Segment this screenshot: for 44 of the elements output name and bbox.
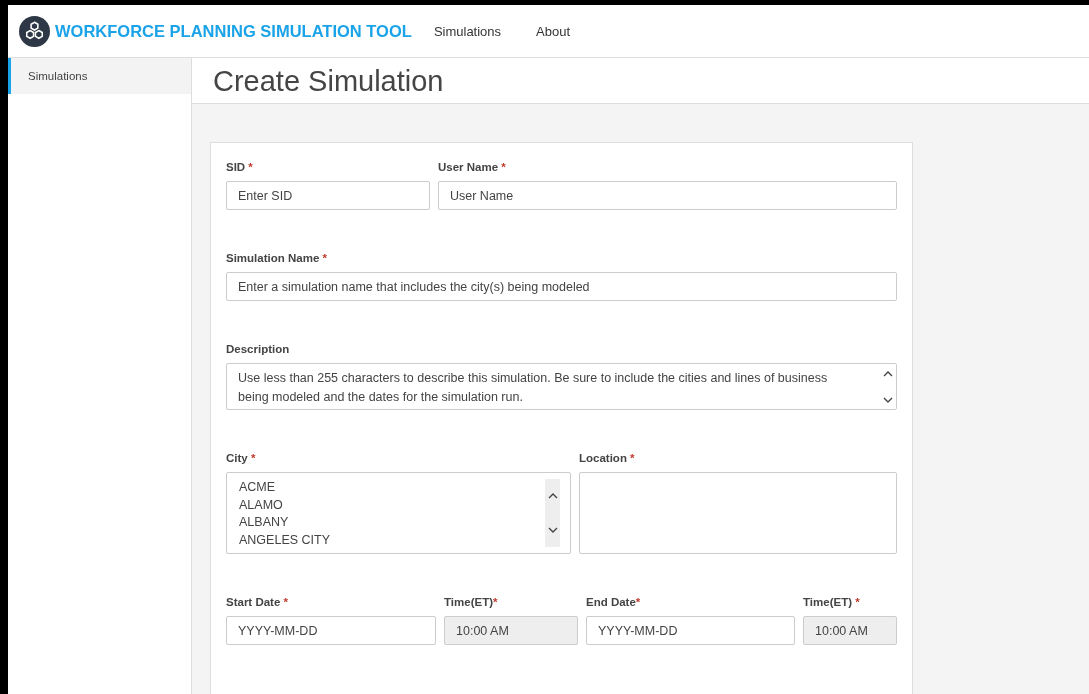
required-mark: * bbox=[629, 452, 635, 464]
field-label: Description bbox=[226, 343, 290, 355]
input-field: 10:00 AM bbox=[803, 616, 897, 645]
input-field[interactable]: User Name bbox=[438, 181, 897, 210]
scroll-track[interactable] bbox=[545, 479, 560, 547]
field-label: City bbox=[226, 452, 248, 464]
input-field[interactable]: YYYY-MM-DD bbox=[586, 616, 795, 645]
field-label: End Date bbox=[586, 596, 636, 608]
field-label: Time(ET) bbox=[803, 596, 852, 608]
required-mark: * bbox=[635, 596, 641, 608]
list-option[interactable]: ANGELES CITY bbox=[239, 531, 545, 549]
field-label: User Name bbox=[438, 161, 499, 173]
input-field[interactable]: YYYY-MM-DD bbox=[226, 616, 436, 645]
required-mark: * bbox=[321, 252, 327, 264]
field-label: Time(ET) bbox=[444, 596, 493, 608]
scroll-up-icon[interactable] bbox=[547, 493, 558, 499]
field-label: SID bbox=[226, 161, 246, 173]
placeholder-text: Use less than 255 characters to describe this simulation. Be sure to include the cities and lines of business being modeled and the dates for the simulation run. bbox=[238, 370, 829, 406]
scroll-down-icon[interactable] bbox=[547, 527, 558, 533]
description-field[interactable]: Use less than 255 characters to describe this simulation. Be sure to include the cities and lines of business being modeled and the dates for the simulation run. bbox=[226, 363, 897, 410]
field-label: Start Date bbox=[226, 596, 281, 608]
page-title: Create Simulation bbox=[212, 64, 445, 99]
logo-icon bbox=[19, 15, 50, 47]
list-option[interactable]: ACME bbox=[239, 479, 545, 497]
app-title: WORKFORCE PLANNING SIMULATION TOOL bbox=[55, 21, 412, 41]
required-mark: * bbox=[249, 452, 256, 464]
nav-link[interactable]: About bbox=[536, 23, 571, 39]
list-box[interactable]: ACME ALAMO ALBANY ANGELES CITY bbox=[226, 472, 571, 554]
nav-link[interactable]: Simulations bbox=[433, 23, 502, 39]
input-field[interactable]: Enter SID bbox=[226, 181, 430, 210]
required-mark: * bbox=[854, 596, 860, 608]
required-mark: * bbox=[500, 161, 506, 173]
field-label: Simulation Name bbox=[226, 252, 320, 264]
input-field: 10:00 AM bbox=[444, 616, 578, 645]
sidebar-item[interactable]: Simulations bbox=[8, 58, 191, 94]
required-mark: * bbox=[493, 596, 498, 608]
list-option[interactable]: ALAMO bbox=[239, 496, 545, 514]
required-mark: * bbox=[247, 161, 253, 173]
scroll-down-icon[interactable] bbox=[883, 397, 893, 403]
list-option[interactable]: ALBANY bbox=[239, 514, 545, 532]
scroll-up-icon[interactable] bbox=[883, 371, 893, 377]
field-label: Location bbox=[579, 452, 627, 464]
required-mark: * bbox=[282, 596, 288, 608]
input-field[interactable]: Enter a simulation name that includes the city(s) being modeled bbox=[226, 272, 897, 301]
